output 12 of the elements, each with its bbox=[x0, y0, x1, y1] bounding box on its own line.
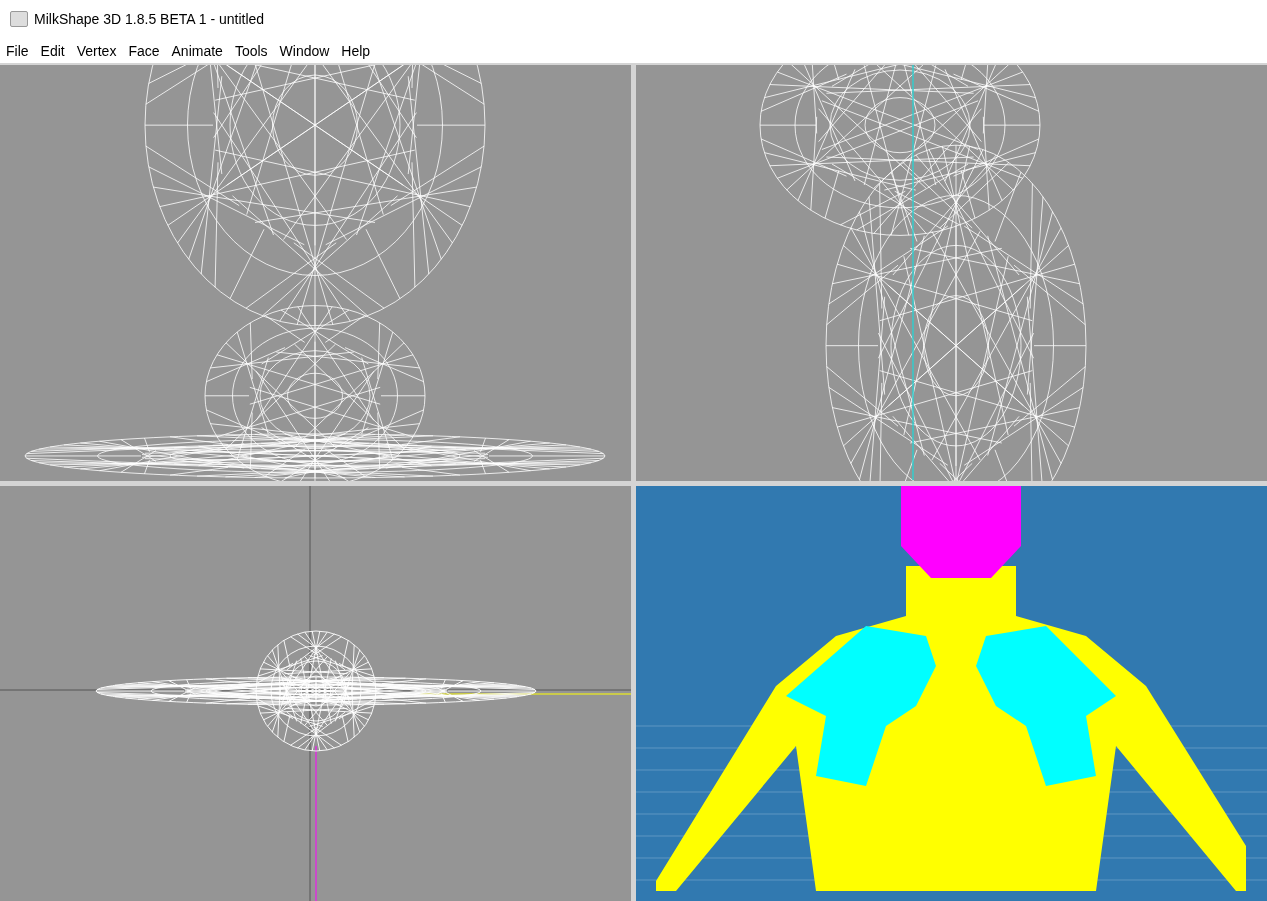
menu-item[interactable]: Window bbox=[273, 42, 336, 59]
wireframe-viewport[interactable] bbox=[636, 65, 1267, 481]
app-icon bbox=[10, 11, 28, 27]
menu-item[interactable]: File bbox=[0, 42, 35, 59]
menu-item[interactable]: Vertex bbox=[70, 42, 123, 59]
menu-item[interactable]: Animate bbox=[165, 42, 229, 59]
menu-item[interactable]: Edit bbox=[34, 42, 71, 59]
window-title: MilkShape 3D 1.8.5 BETA 1 - untitled bbox=[34, 11, 265, 27]
menu-item[interactable]: Tools bbox=[228, 42, 274, 59]
menu-item[interactable]: Face bbox=[122, 42, 166, 59]
menu-item[interactable]: Help bbox=[335, 42, 377, 59]
wireframe-viewport[interactable] bbox=[0, 486, 631, 901]
